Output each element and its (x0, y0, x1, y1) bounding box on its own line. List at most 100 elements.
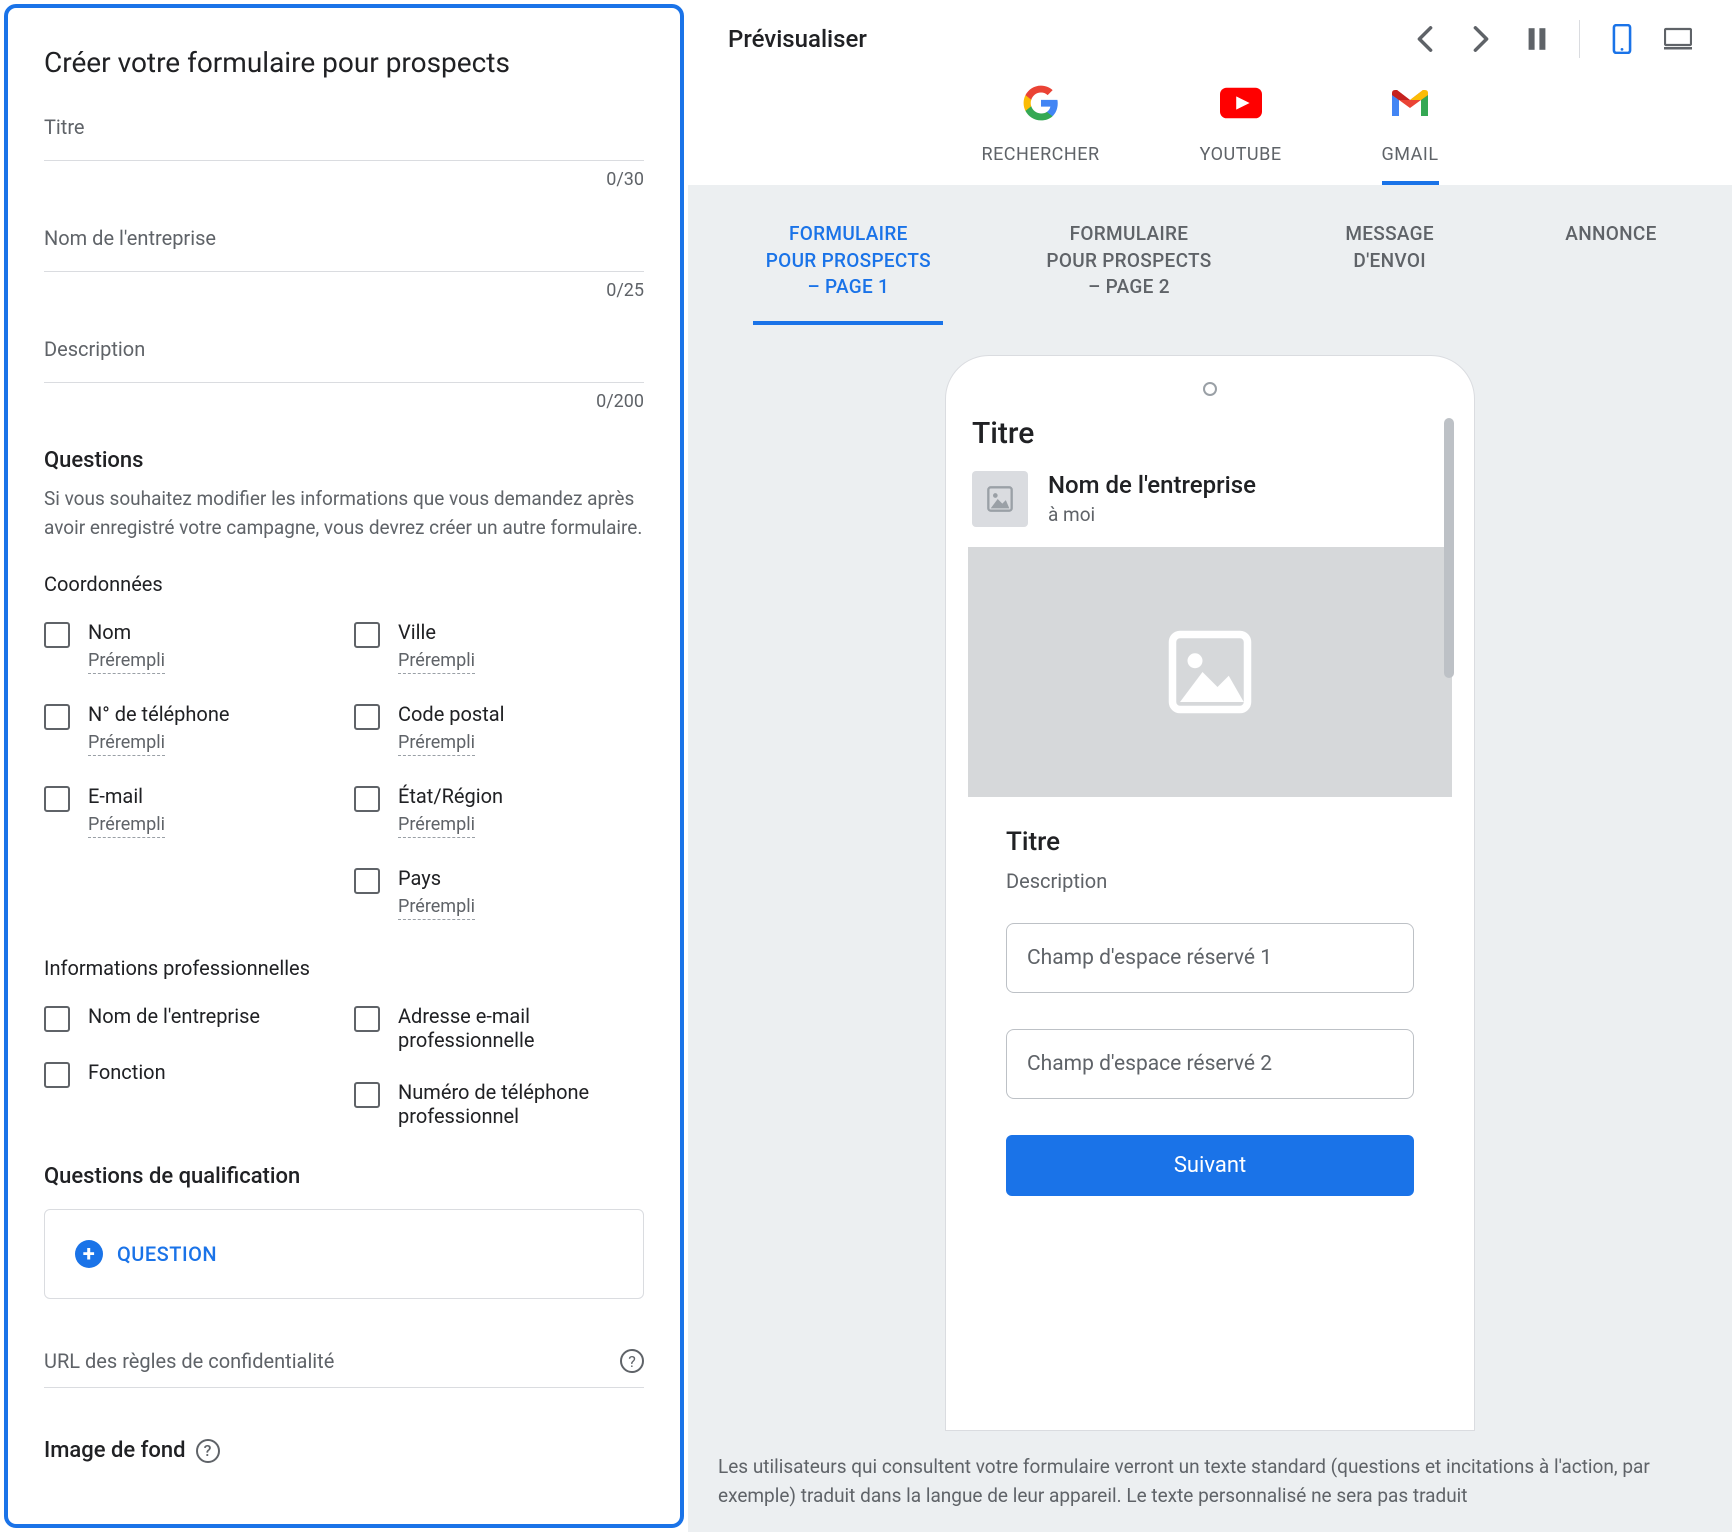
page-tab-2[interactable]: FORMULAIRE POUR PROSPECTS – PAGE 2 (1034, 215, 1224, 325)
phone-speaker-icon (1203, 382, 1217, 396)
form-section: Titre Description Champ d'espace réservé… (966, 797, 1454, 1196)
previous-icon[interactable] (1411, 25, 1439, 53)
checkbox-etat-region[interactable]: État/Région Prérempli (354, 784, 644, 838)
checkbox-label: Code postal (398, 702, 505, 726)
coordinates-grid: Nom Prérempli N° de téléphone Prérempli … (44, 620, 644, 920)
scrollbar[interactable] (1444, 418, 1454, 1354)
company-input-line[interactable] (44, 270, 644, 272)
checkbox-icon[interactable] (44, 786, 70, 812)
prefilled-badge: Prérempli (398, 814, 475, 838)
privacy-url-label: URL des règles de confidentialité (44, 1349, 334, 1373)
scrollbar-thumb[interactable] (1444, 418, 1454, 678)
questions-heading: Questions (44, 448, 644, 473)
checkbox-icon[interactable] (44, 1062, 70, 1088)
page-tab-annonce[interactable]: ANNONCE (1555, 215, 1666, 325)
privacy-url-field[interactable]: URL des règles de confidentialité ? (44, 1349, 644, 1388)
page-tab-1[interactable]: FORMULAIRE POUR PROSPECTS – PAGE 1 (753, 215, 943, 325)
checkbox-label: Pays (398, 866, 475, 890)
title-label: Titre (44, 115, 644, 139)
phone-mock-wrapper: Titre Nom de l'entreprise à moi (688, 325, 1732, 1431)
checkbox-pays[interactable]: Pays Prérempli (354, 866, 644, 920)
checkbox-icon[interactable] (354, 1006, 380, 1032)
checkbox-fonction[interactable]: Fonction (44, 1060, 334, 1088)
preview-title: Prévisualiser (728, 25, 867, 53)
prefilled-badge: Prérempli (88, 650, 165, 674)
channel-tab-youtube[interactable]: YOUTUBE (1200, 82, 1282, 185)
page-tabs: FORMULAIRE POUR PROSPECTS – PAGE 1 FORMU… (688, 185, 1732, 325)
title-counter: 0/30 (44, 169, 644, 190)
checkbox-icon[interactable] (44, 1006, 70, 1032)
form-description: Description (1006, 869, 1414, 893)
panel-heading: Créer votre formulaire pour prospects (44, 46, 644, 79)
company-field[interactable]: Nom de l'entreprise 0/25 (44, 226, 644, 301)
prefilled-badge: Prérempli (88, 814, 165, 838)
qualification-heading: Questions de qualification (44, 1164, 644, 1189)
help-icon[interactable]: ? (620, 1349, 644, 1373)
title-field[interactable]: Titre 0/30 (44, 115, 644, 190)
checkbox-code-postal[interactable]: Code postal Prérempli (354, 702, 644, 756)
description-field[interactable]: Description 0/200 (44, 337, 644, 412)
sender-row: Nom de l'entreprise à moi (966, 467, 1454, 547)
company-counter: 0/25 (44, 280, 644, 301)
footer-note: Les utilisateurs qui consultent votre fo… (688, 1431, 1732, 1532)
preview-controls (1411, 20, 1692, 58)
checkbox-email[interactable]: E-mail Prérempli (44, 784, 334, 838)
checkbox-icon[interactable] (354, 704, 380, 730)
title-input-line[interactable] (44, 159, 644, 161)
prefilled-badge: Prérempli (398, 732, 475, 756)
checkbox-icon[interactable] (354, 622, 380, 648)
placeholder-input-2[interactable]: Champ d'espace réservé 2 (1006, 1029, 1414, 1099)
channel-tab-search[interactable]: RECHERCHER (981, 82, 1099, 185)
avatar-placeholder-icon (972, 471, 1028, 527)
google-icon (1020, 82, 1062, 124)
prefilled-badge: Prérempli (88, 732, 165, 756)
checkbox-label: Ville (398, 620, 475, 644)
checkbox-icon[interactable] (354, 786, 380, 812)
channel-label: RECHERCHER (981, 144, 1099, 165)
channel-label: GMAIL (1382, 144, 1439, 165)
divider (1579, 20, 1580, 58)
preview-header: Prévisualiser (688, 0, 1732, 76)
placeholder-input-1[interactable]: Champ d'espace réservé 1 (1006, 923, 1414, 993)
checkbox-icon[interactable] (354, 1082, 380, 1108)
background-image-heading: Image de fond ? (44, 1438, 644, 1463)
phone-mock: Titre Nom de l'entreprise à moi (945, 355, 1475, 1431)
next-icon[interactable] (1467, 25, 1495, 53)
checkbox-label: Numéro de téléphone professionnel (398, 1080, 644, 1128)
add-question-label: QUESTION (117, 1242, 217, 1266)
checkbox-ville[interactable]: Ville Prérempli (354, 620, 644, 674)
checkbox-icon[interactable] (44, 704, 70, 730)
sender-to: à moi (1048, 503, 1256, 526)
checkbox-icon[interactable] (354, 868, 380, 894)
checkbox-pro-email[interactable]: Adresse e-mail professionnelle (354, 1004, 644, 1052)
next-button[interactable]: Suivant (1006, 1135, 1414, 1196)
checkbox-label: Nom de l'entreprise (88, 1004, 260, 1028)
prefilled-badge: Prérempli (398, 650, 475, 674)
checkbox-pro-phone[interactable]: Numéro de téléphone professionnel (354, 1080, 644, 1128)
company-label: Nom de l'entreprise (44, 226, 644, 250)
message-title: Titre (966, 414, 1454, 467)
help-icon[interactable]: ? (196, 1439, 220, 1463)
pause-icon[interactable] (1523, 25, 1551, 53)
checkbox-label: Adresse e-mail professionnelle (398, 1004, 644, 1052)
checkbox-company-name[interactable]: Nom de l'entreprise (44, 1004, 334, 1032)
desktop-icon[interactable] (1664, 25, 1692, 53)
checkbox-icon[interactable] (44, 622, 70, 648)
hero-image-placeholder (968, 547, 1452, 797)
sender-name: Nom de l'entreprise (1048, 471, 1256, 499)
checkbox-label: Nom (88, 620, 165, 644)
add-question-button[interactable]: + QUESTION (75, 1240, 613, 1268)
page-tab-message[interactable]: MESSAGE D'ENVOI (1315, 215, 1465, 325)
form-editor-panel: Créer votre formulaire pour prospects Ti… (4, 4, 684, 1528)
preview-panel: Prévisualiser RECHERCHER (688, 0, 1732, 1532)
checkbox-label: E-mail (88, 784, 165, 808)
checkbox-label: État/Région (398, 784, 503, 808)
description-counter: 0/200 (44, 391, 644, 412)
channel-tab-gmail[interactable]: GMAIL (1382, 82, 1439, 185)
checkbox-telephone[interactable]: N° de téléphone Prérempli (44, 702, 334, 756)
checkbox-nom[interactable]: Nom Prérempli (44, 620, 334, 674)
mobile-icon[interactable] (1608, 25, 1636, 53)
professional-heading: Informations professionnelles (44, 956, 644, 980)
description-input-line[interactable] (44, 381, 644, 383)
questions-note: Si vous souhaitez modifier les informati… (44, 485, 644, 542)
